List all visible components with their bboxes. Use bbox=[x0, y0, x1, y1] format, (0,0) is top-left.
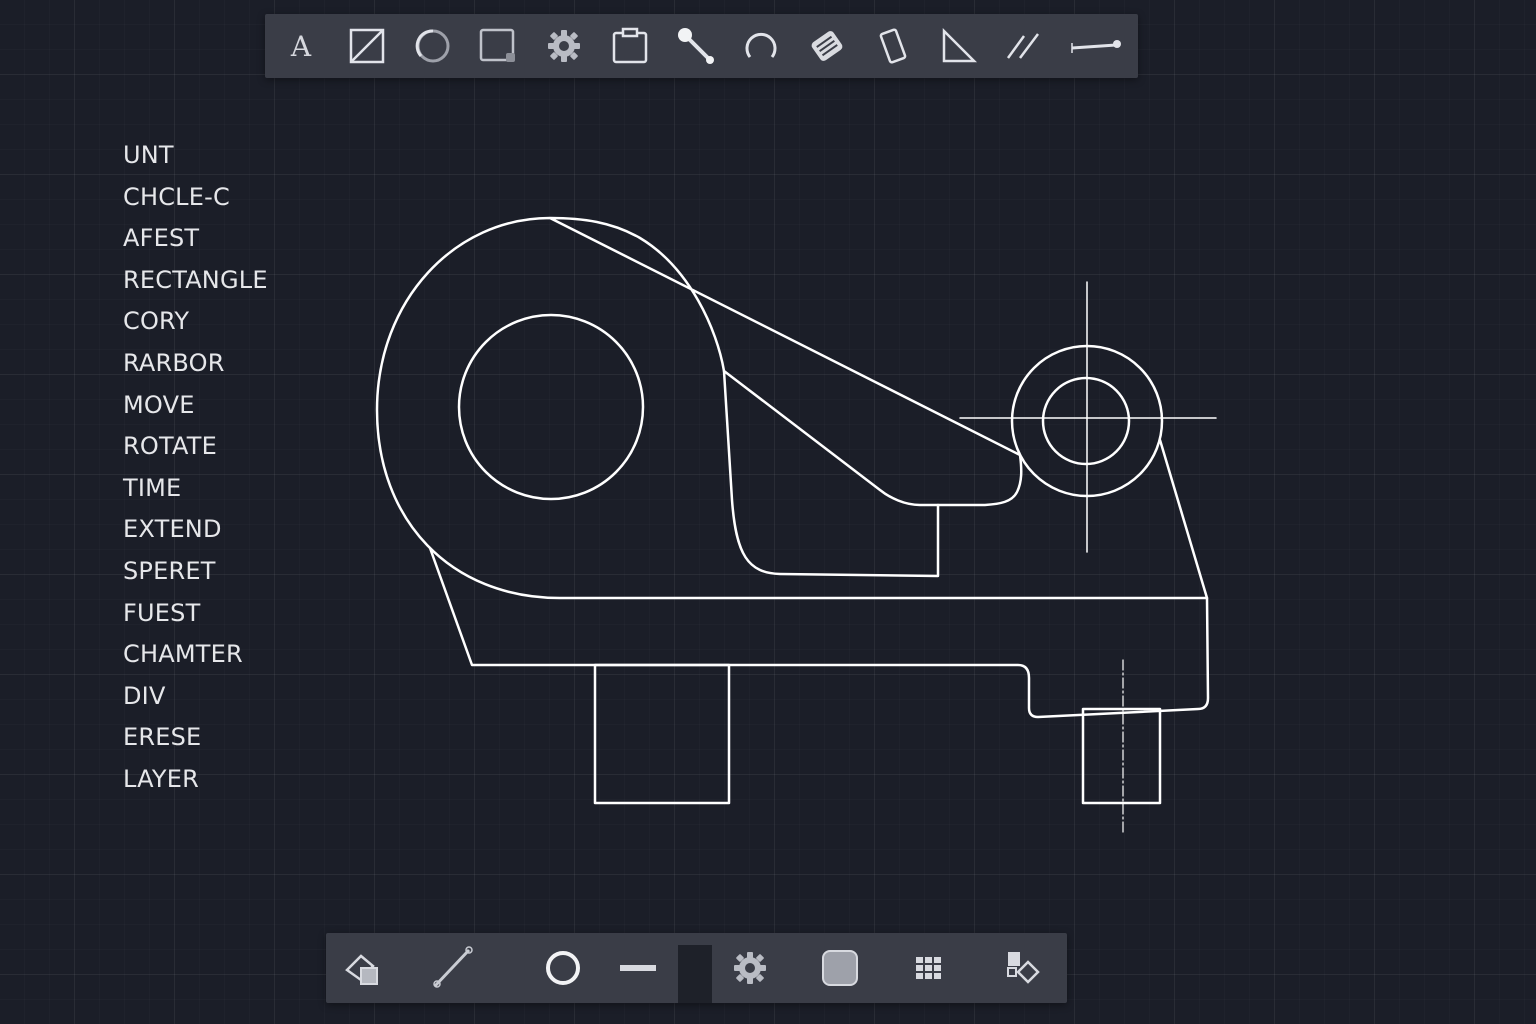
rounded-square-icon bbox=[822, 950, 858, 986]
boss-inner-hole[interactable] bbox=[1041, 376, 1131, 466]
circle-outline-icon bbox=[546, 951, 580, 985]
bottom-toolbar bbox=[326, 933, 1067, 1003]
left-foot[interactable] bbox=[593, 663, 731, 805]
settings-gear-icon bbox=[734, 952, 766, 984]
main-body-outline[interactable] bbox=[375, 216, 1209, 600]
toolbar-separator bbox=[678, 945, 712, 1003]
circle-outline-button[interactable] bbox=[539, 944, 587, 992]
cad-drawing[interactable] bbox=[0, 0, 1536, 1024]
paint-bucket-icon bbox=[1007, 952, 1040, 984]
pencil-line-icon bbox=[433, 946, 473, 988]
rounded-square-button[interactable] bbox=[816, 944, 864, 992]
settings-button[interactable] bbox=[726, 944, 774, 992]
pencil-line-button[interactable] bbox=[429, 944, 477, 992]
paint-bucket-button[interactable] bbox=[998, 944, 1046, 992]
layers-stack-icon bbox=[345, 954, 378, 985]
grid-button[interactable] bbox=[905, 944, 953, 992]
main-hole[interactable] bbox=[457, 313, 645, 501]
horizontal-line-icon bbox=[620, 965, 656, 971]
inner-web-outline[interactable] bbox=[722, 369, 940, 578]
grid-icon bbox=[916, 957, 941, 979]
horizontal-line-button[interactable] bbox=[614, 944, 662, 992]
right-foot[interactable] bbox=[1081, 707, 1162, 805]
layers-button[interactable] bbox=[339, 944, 387, 992]
